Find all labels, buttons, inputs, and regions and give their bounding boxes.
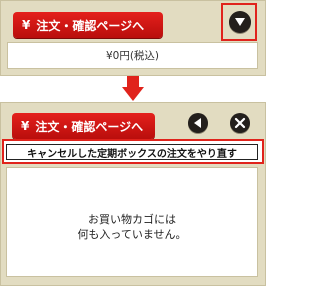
order-button-label: 注文・確認ページへ: [36, 18, 145, 33]
arrow-down-icon: [122, 76, 144, 101]
cart-empty-line: お買い物カゴには: [88, 213, 176, 226]
order-button-label: 注文・確認ページへ: [35, 119, 144, 134]
redo-cancelled-order-label: キャンセルした定期ボックスの注文をやり直す: [27, 148, 237, 160]
cart-empty-line: 何も入っていません。: [77, 228, 187, 241]
back-button[interactable]: [188, 113, 208, 133]
triangle-left-icon: [194, 118, 201, 128]
cart-empty-message: お買い物カゴには 何も入っていません。: [7, 212, 257, 242]
cart-total-box: ¥0円(税込): [7, 42, 258, 69]
yen-icon: ¥: [21, 119, 30, 133]
yen-icon: ¥: [22, 18, 31, 32]
cart-total-text: ¥0円(税込): [105, 50, 160, 62]
expand-toggle-button[interactable]: [229, 11, 251, 33]
close-button[interactable]: [230, 113, 250, 133]
close-icon: [234, 117, 246, 129]
order-confirm-button[interactable]: ¥ 注文・確認ページへ: [12, 113, 155, 139]
order-confirm-button[interactable]: ¥ 注文・確認ページへ: [13, 12, 163, 38]
triangle-down-icon: [235, 18, 245, 26]
redo-cancelled-order-button[interactable]: キャンセルした定期ボックスの注文をやり直す: [6, 144, 258, 160]
cart-contents-box: お買い物カゴには 何も入っていません。: [6, 167, 258, 277]
